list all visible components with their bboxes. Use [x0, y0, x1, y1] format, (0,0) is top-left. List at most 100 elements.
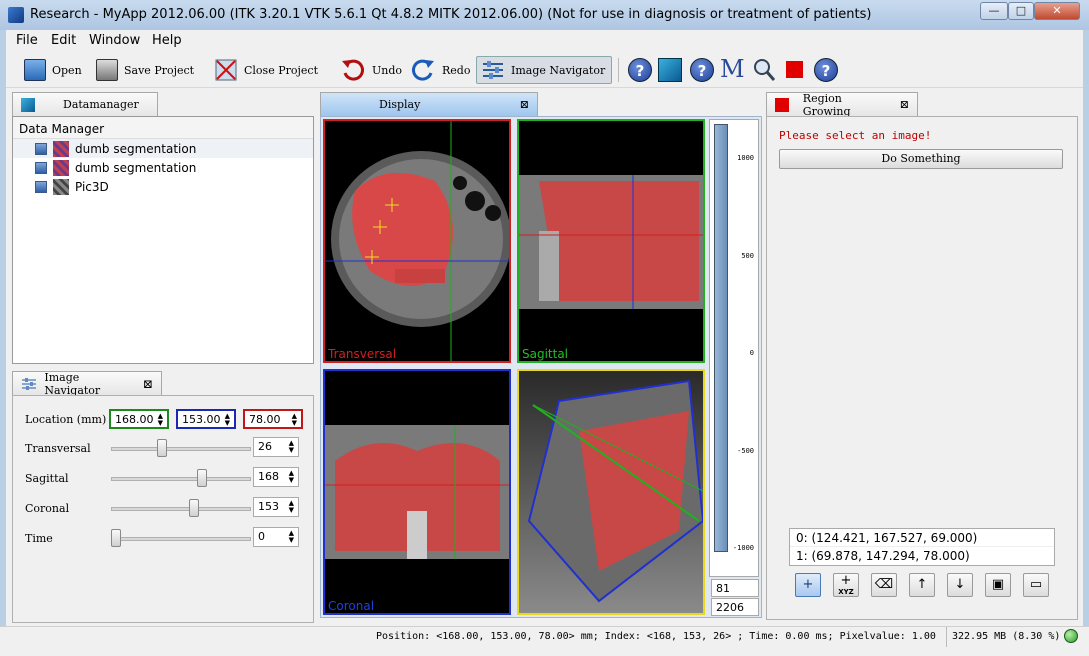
- location-z-field[interactable]: 78.00 ▲ ▼: [243, 409, 303, 429]
- open-points-button[interactable]: ▭: [1023, 573, 1049, 597]
- time-slider[interactable]: [111, 537, 251, 541]
- status-led-icon: [1064, 629, 1078, 643]
- transversal-spinbox[interactable]: 26 ▲ ▼: [253, 437, 299, 457]
- location-y-field[interactable]: 153.00 ▲ ▼: [176, 409, 236, 429]
- tab-image-navigator[interactable]: Image Navigator ⊠: [12, 371, 162, 397]
- sagittal-slider[interactable]: [111, 477, 251, 481]
- move-up-button[interactable]: ↑: [909, 573, 935, 597]
- menu-bar: File Edit Window Help: [6, 30, 1083, 52]
- coronal-view[interactable]: Coronal: [323, 369, 511, 615]
- undo-button[interactable]: Undo: [336, 56, 406, 84]
- close-project-button[interactable]: Close Project: [210, 56, 322, 84]
- time-label: Time: [25, 532, 53, 545]
- region-growing-icon[interactable]: [786, 61, 803, 78]
- save-project-button[interactable]: Save Project: [92, 56, 198, 84]
- tab-datamanager[interactable]: Datamanager: [12, 92, 158, 116]
- level-field[interactable]: 81: [711, 579, 759, 597]
- close-tab-icon[interactable]: ⊠: [900, 98, 909, 111]
- menu-window[interactable]: Window: [89, 33, 140, 48]
- location-label: Location (mm): [25, 413, 107, 426]
- help-icon-3[interactable]: ?: [814, 58, 838, 82]
- maximize-button[interactable]: □: [1008, 2, 1034, 20]
- spin-arrows-icon: ▲ ▼: [288, 439, 294, 454]
- list-item[interactable]: 0: (124.421, 167.527, 69.000): [790, 529, 1054, 547]
- transversal-slider-handle[interactable]: [156, 439, 167, 457]
- sagittal-spinbox[interactable]: 168 ▲ ▼: [253, 467, 299, 487]
- close-project-label: Close Project: [244, 63, 318, 77]
- open-button[interactable]: Open: [20, 56, 86, 84]
- help-icon-2[interactable]: ?: [690, 58, 714, 82]
- redo-button[interactable]: Redo: [406, 56, 474, 84]
- visibility-checkbox[interactable]: [35, 180, 47, 193]
- sliders-icon: [22, 377, 36, 390]
- level-window-tick-label: 0: [749, 349, 754, 357]
- time-spinbox[interactable]: 0 ▲ ▼: [253, 527, 299, 547]
- datamanager-cube-icon-small: [21, 97, 35, 112]
- window-title: Research - MyApp 2012.06.00 (ITK 3.20.1 …: [30, 7, 872, 22]
- tab-region-growing-label: Region Growing: [802, 91, 851, 118]
- menu-file[interactable]: File: [16, 33, 38, 48]
- tab-datamanager-label: Datamanager: [63, 98, 139, 111]
- coronal-value: 153: [258, 500, 279, 513]
- toolbar-separator: [618, 58, 619, 82]
- toolbar: Open Save Project Close Project Undo Red…: [6, 52, 1083, 88]
- eraser-button[interactable]: ⌫: [871, 573, 897, 597]
- coronal-slider-handle[interactable]: [189, 499, 199, 517]
- coronal-slider[interactable]: [111, 507, 251, 511]
- region-growing-panel: Please select an image! Do Something 0: …: [766, 116, 1078, 620]
- level-window-widget[interactable]: 1000 500 0 -500 -1000: [709, 119, 759, 577]
- spin-arrows-icon: ▲ ▼: [224, 412, 230, 427]
- measurement-m-icon[interactable]: M: [720, 55, 745, 83]
- window-field[interactable]: 2206: [711, 598, 759, 616]
- close-window-button[interactable]: ✕: [1034, 2, 1080, 20]
- sagittal-image: [519, 175, 703, 309]
- close-tab-icon[interactable]: ⊠: [143, 377, 153, 391]
- magnifier-icon[interactable]: [752, 57, 776, 83]
- tab-region-growing[interactable]: Region Growing ⊠: [766, 91, 918, 118]
- visibility-checkbox[interactable]: [35, 161, 47, 174]
- menu-help[interactable]: Help: [152, 33, 182, 48]
- image-navigator-button[interactable]: Image Navigator: [476, 56, 612, 84]
- close-tab-icon[interactable]: ⊠: [520, 98, 529, 111]
- datamanager-cube-icon[interactable]: [658, 58, 682, 82]
- list-item[interactable]: dumb segmentation: [13, 139, 313, 158]
- level-window-bar[interactable]: [714, 124, 728, 552]
- save-project-label: Save Project: [124, 63, 195, 77]
- sagittal-view[interactable]: Sagittal: [517, 119, 705, 363]
- minimize-button[interactable]: —: [980, 2, 1008, 20]
- sagittal-view-label: Sagittal: [522, 347, 569, 361]
- 3d-view[interactable]: [517, 369, 705, 615]
- list-item[interactable]: 1: (69.878, 147.294, 78.000): [790, 547, 1054, 565]
- add-point-xyz-button[interactable]: + XYZ: [833, 573, 859, 597]
- points-list[interactable]: 0: (124.421, 167.527, 69.000) 1: (69.878…: [789, 528, 1055, 566]
- arrow-up-icon: ↑: [916, 577, 928, 592]
- menu-edit[interactable]: Edit: [51, 33, 76, 48]
- time-value: 0: [258, 530, 265, 543]
- list-item[interactable]: dumb segmentation: [13, 158, 313, 177]
- coronal-spinbox[interactable]: 153 ▲ ▼: [253, 497, 299, 517]
- sagittal-slider-handle[interactable]: [196, 469, 207, 487]
- transversal-slider[interactable]: [111, 447, 251, 451]
- time-slider-handle[interactable]: [111, 529, 121, 547]
- datamanager-header: Data Manager: [13, 117, 313, 139]
- 3d-rendering: [527, 379, 703, 603]
- image-navigator-label: Image Navigator: [511, 63, 606, 77]
- spin-arrows-icon: ▲ ▼: [288, 469, 294, 484]
- tab-display[interactable]: Display ⊠: [320, 92, 538, 116]
- do-something-button[interactable]: Do Something: [779, 149, 1063, 169]
- level-window-tick-label: -500: [737, 447, 754, 455]
- visibility-checkbox[interactable]: [35, 142, 47, 155]
- transversal-view[interactable]: Transversal: [323, 119, 511, 363]
- location-x-field[interactable]: 168.00 ▲ ▼: [109, 409, 169, 429]
- spin-arrows-icon: ▲ ▼: [288, 529, 294, 544]
- move-down-button[interactable]: ↓: [947, 573, 973, 597]
- add-point-button[interactable]: +: [795, 573, 821, 597]
- title-bar: Research - MyApp 2012.06.00 (ITK 3.20.1 …: [0, 0, 1089, 30]
- status-bar: Position: <168.00, 153.00, 78.00> mm; In…: [0, 626, 1089, 656]
- save-points-button[interactable]: ▣: [985, 573, 1011, 597]
- close-project-icon: [215, 59, 237, 81]
- level-window-tick-label: 500: [741, 252, 754, 260]
- help-icon[interactable]: ?: [628, 58, 652, 82]
- status-separator: [946, 627, 947, 647]
- list-item[interactable]: Pic3D: [13, 177, 313, 196]
